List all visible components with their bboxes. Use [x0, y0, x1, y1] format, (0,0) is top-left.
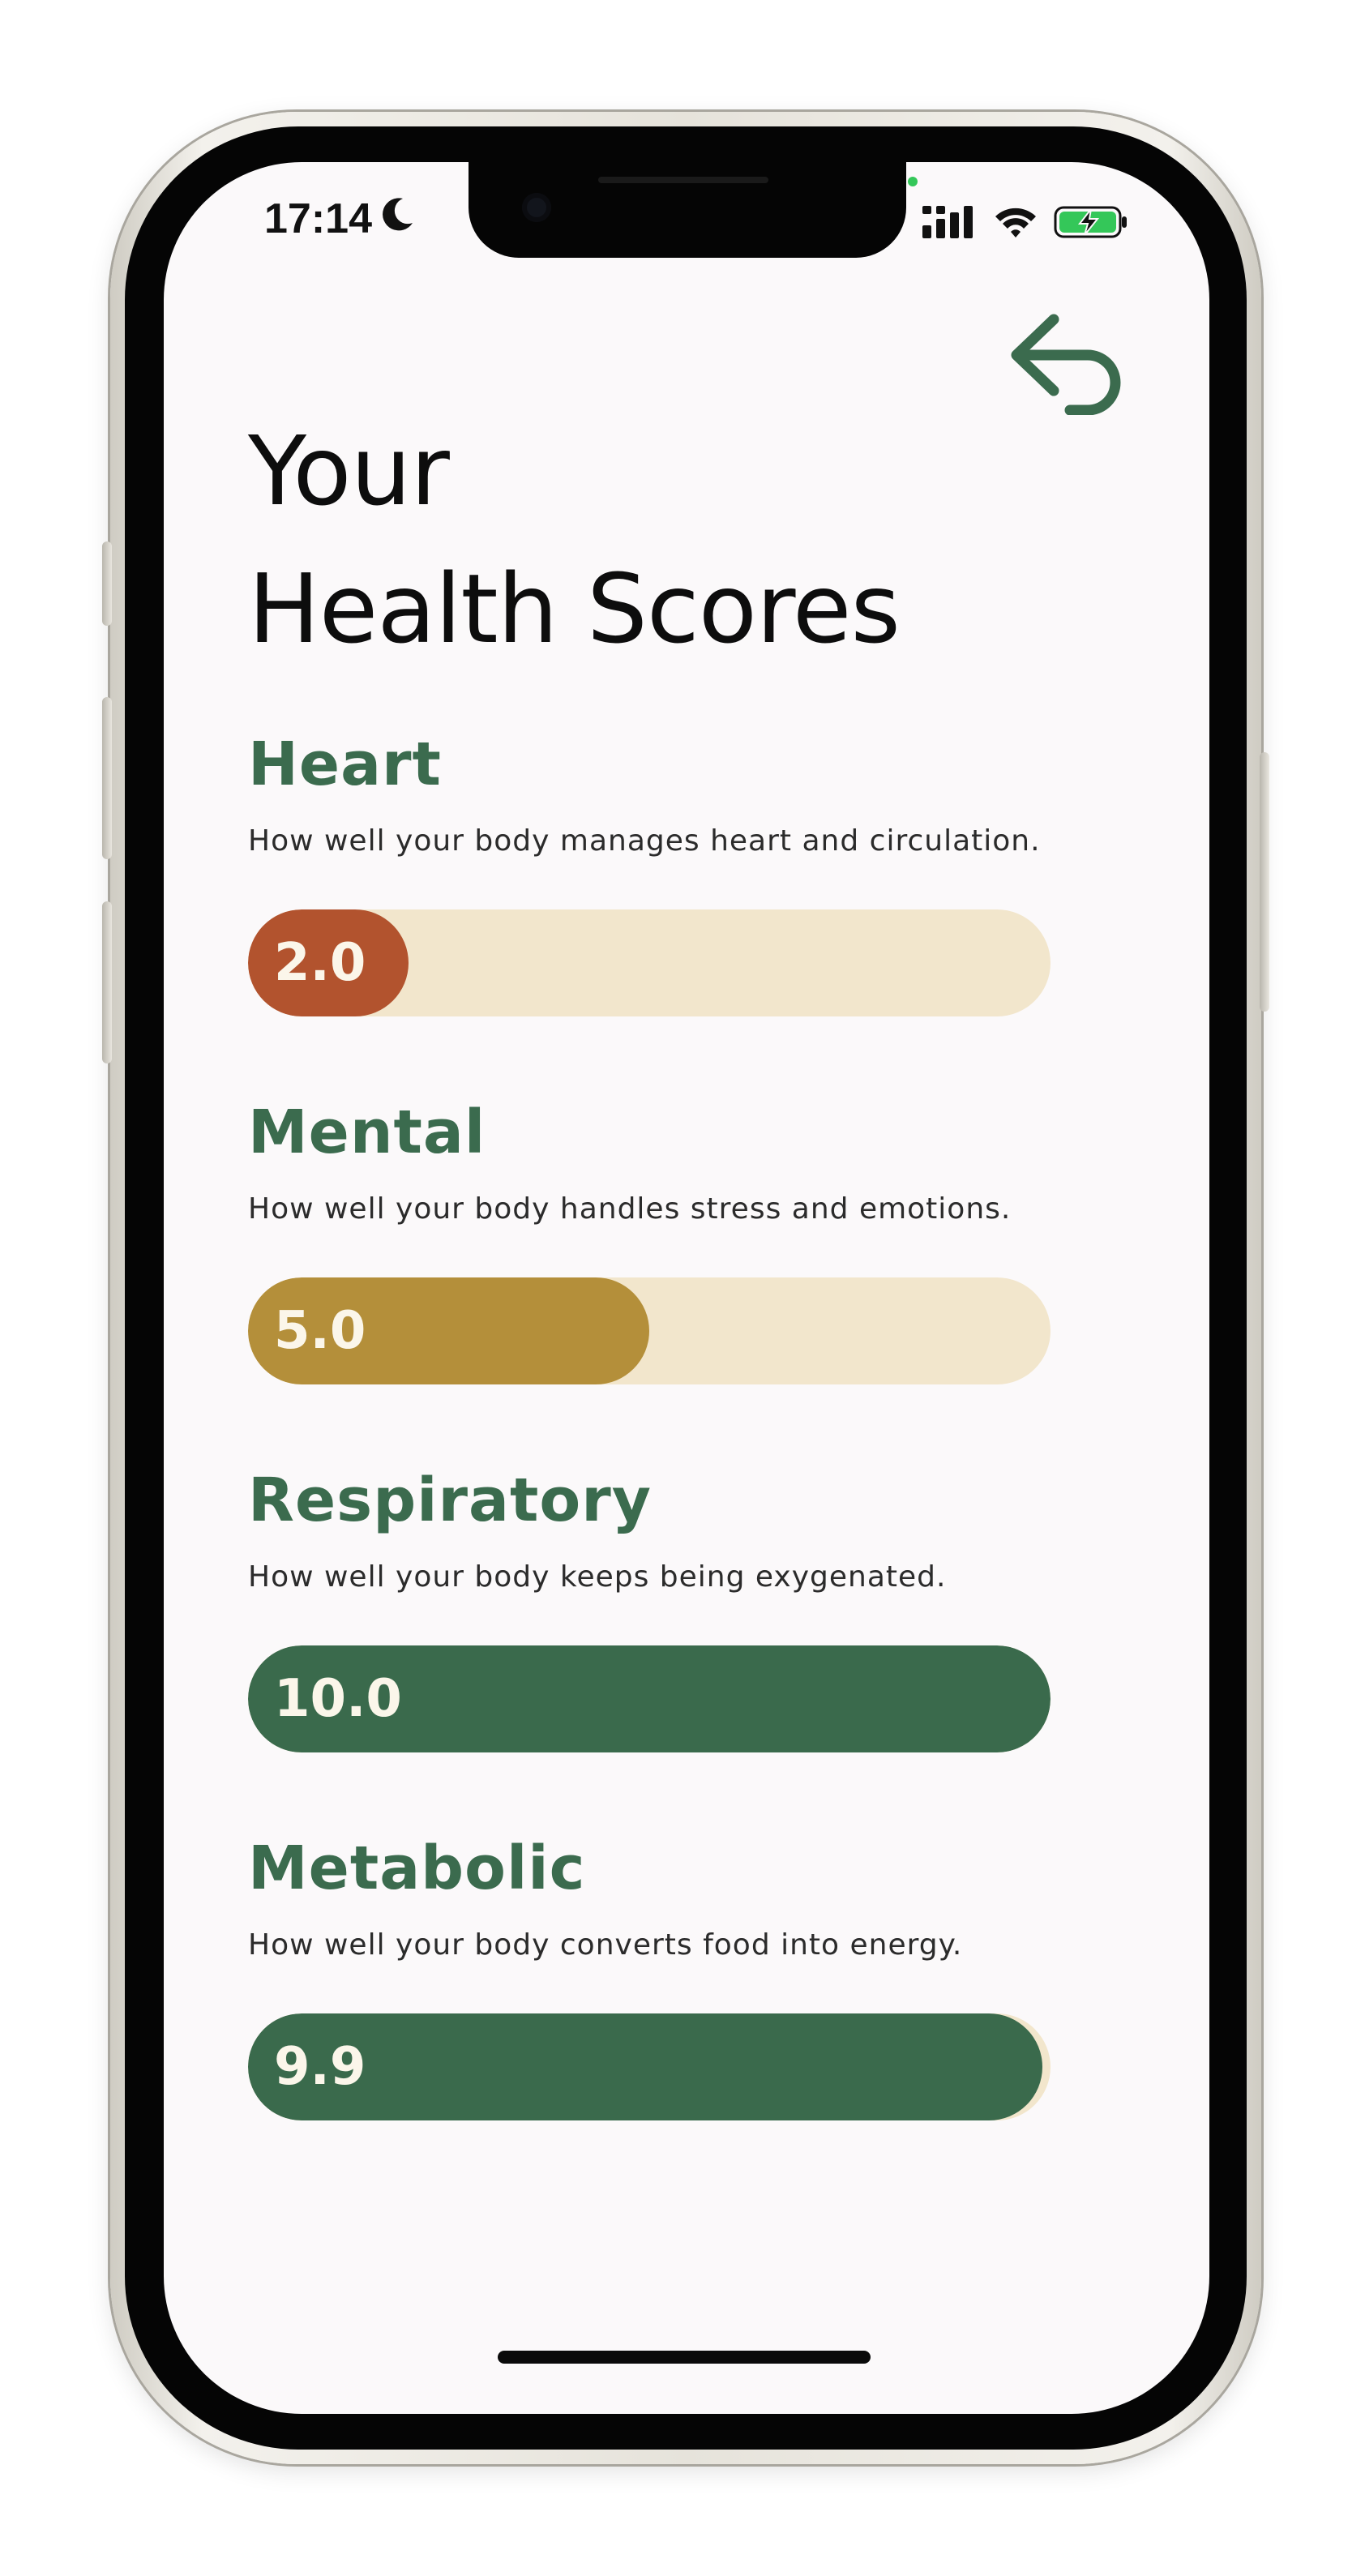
score-title: Mental	[248, 1098, 486, 1167]
score-value: 9.9	[274, 2037, 366, 2097]
silent-switch	[102, 541, 112, 626]
cellular-signal-icon	[922, 204, 978, 244]
app-screen: 17:14 Your Health Scores Heart How well …	[164, 162, 1209, 2414]
score-bar: 2.0	[248, 909, 1050, 1016]
score-title: Respiratory	[248, 1466, 652, 1535]
score-card-metabolic: Metabolic How well your body converts fo…	[248, 1832, 1050, 2120]
score-bar: 10.0	[248, 1645, 1050, 1752]
moon-icon	[382, 195, 414, 243]
score-title: Metabolic	[248, 1834, 586, 1903]
wifi-icon	[992, 204, 1039, 244]
power-button	[1260, 752, 1269, 1012]
earpiece-speaker	[598, 177, 768, 183]
score-bar-fill	[248, 2013, 1042, 2120]
score-description: How well your body manages heart and cir…	[248, 824, 1041, 858]
page-title-line1: Your	[248, 415, 450, 527]
score-description: How well your body converts food into en…	[248, 1928, 963, 1962]
back-arrow-icon	[1007, 314, 1128, 418]
score-value: 5.0	[274, 1301, 366, 1361]
status-bar-time: 17:14	[264, 195, 414, 243]
score-card-mental: Mental How well your body handles stress…	[248, 1096, 1050, 1384]
score-value: 2.0	[274, 933, 366, 993]
page-title-line2: Health Scores	[248, 553, 901, 665]
privacy-indicator	[908, 177, 918, 186]
score-card-heart: Heart How well your body manages heart a…	[248, 728, 1050, 1016]
front-camera	[522, 193, 551, 222]
score-description: How well your body handles stress and em…	[248, 1192, 1012, 1226]
score-card-respiratory: Respiratory How well your body keeps bei…	[248, 1464, 1050, 1752]
home-indicator[interactable]	[498, 2351, 871, 2364]
page-title: Your Health Scores	[248, 402, 901, 678]
battery-charging-icon	[1054, 204, 1128, 244]
score-description: How well your body keeps being exygenate…	[248, 1560, 947, 1594]
score-title: Heart	[248, 730, 442, 799]
score-bar: 5.0	[248, 1277, 1050, 1384]
volume-up-button	[102, 697, 112, 859]
status-bar-icons	[922, 204, 1128, 244]
volume-down-button	[102, 901, 112, 1063]
back-button[interactable]	[1007, 310, 1128, 418]
notch	[469, 162, 906, 258]
score-bar: 9.9	[248, 2013, 1050, 2120]
status-time-text: 17:14	[264, 195, 372, 242]
score-value: 10.0	[274, 1669, 402, 1729]
